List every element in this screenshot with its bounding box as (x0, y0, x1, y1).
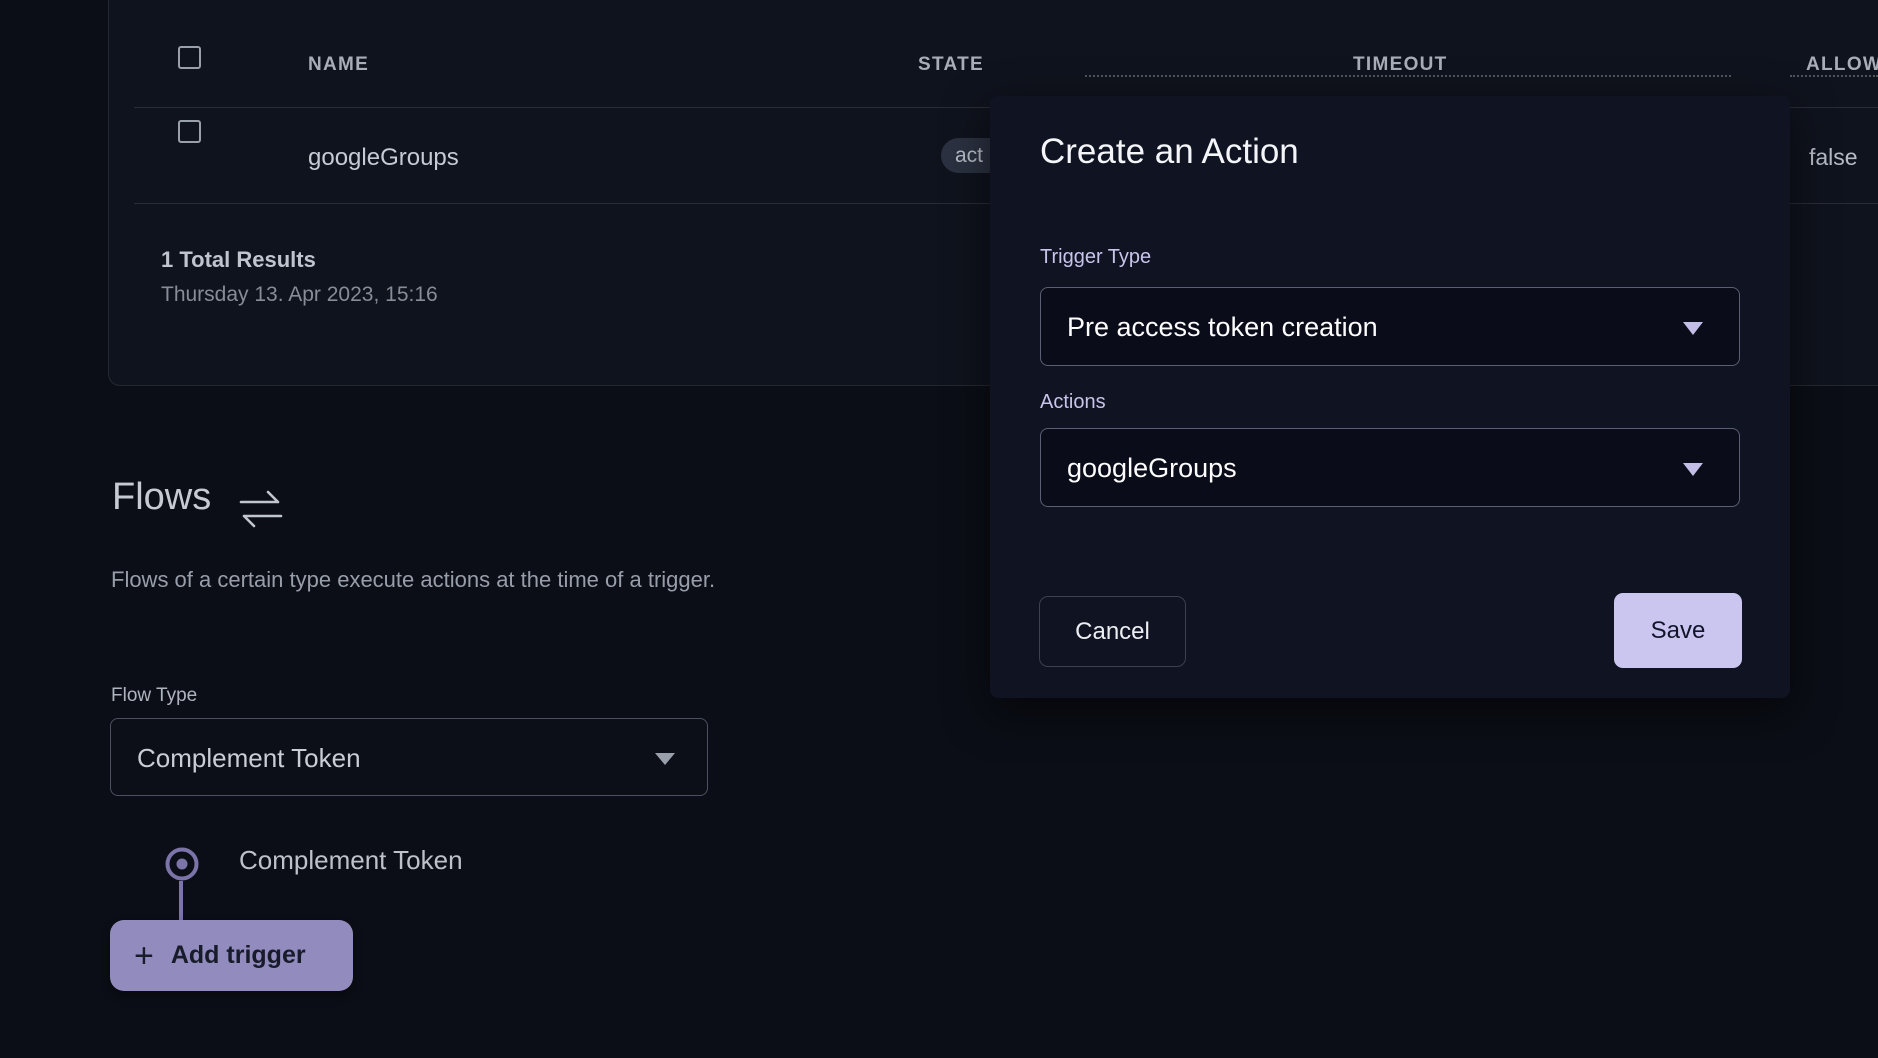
total-results: 1 Total Results (161, 247, 316, 273)
create-action-dialog: Create an Action Trigger Type Pre access… (990, 96, 1790, 698)
actions-label: Actions (1040, 391, 1106, 414)
trigger-type-label: Trigger Type (1040, 246, 1151, 269)
flow-tree-node: Complement Token (239, 845, 463, 876)
action-name-cell[interactable]: googleGroups (308, 144, 459, 172)
header-dotted-underline (1085, 75, 1731, 77)
add-trigger-button[interactable]: + Add trigger (110, 920, 353, 991)
flows-description: Flows of a certain type execute actions … (111, 567, 715, 593)
allowed-cell: false (1809, 144, 1858, 171)
row-checkbox[interactable] (178, 120, 201, 143)
tree-connector-line (179, 881, 183, 921)
trigger-type-value: Pre access token creation (1067, 312, 1378, 343)
chevron-down-icon (1683, 463, 1703, 476)
column-header-state[interactable]: STATE (918, 54, 984, 76)
table-timestamp: Thursday 13. Apr 2023, 15:16 (161, 283, 438, 307)
add-trigger-label: Add trigger (171, 941, 306, 970)
flows-section-title: Flows (112, 476, 211, 519)
plus-icon: + (134, 939, 154, 973)
actions-value: googleGroups (1067, 453, 1237, 484)
flow-type-select[interactable]: Complement Token (110, 718, 708, 796)
header-dotted-underline (1790, 75, 1878, 77)
column-header-allowed[interactable]: ALLOW (1806, 54, 1878, 76)
select-all-checkbox[interactable] (178, 46, 201, 69)
cancel-button[interactable]: Cancel (1039, 596, 1186, 667)
dialog-title: Create an Action (1040, 132, 1299, 172)
save-button[interactable]: Save (1614, 593, 1742, 668)
trigger-type-select[interactable]: Pre access token creation (1040, 287, 1740, 366)
chevron-down-icon (1683, 322, 1703, 335)
actions-select[interactable]: googleGroups (1040, 428, 1740, 507)
radio-circle-icon (163, 845, 201, 883)
actions-flows-page: NAME STATE TIMEOUT ALLOW googleGroups ac… (0, 0, 1878, 1058)
flow-type-value: Complement Token (137, 743, 361, 774)
swap-horizontal-icon (237, 489, 285, 529)
flow-type-label: Flow Type (111, 685, 197, 707)
column-header-timeout[interactable]: TIMEOUT (1353, 54, 1448, 76)
chevron-down-icon (655, 753, 675, 765)
column-header-name[interactable]: NAME (308, 54, 369, 76)
